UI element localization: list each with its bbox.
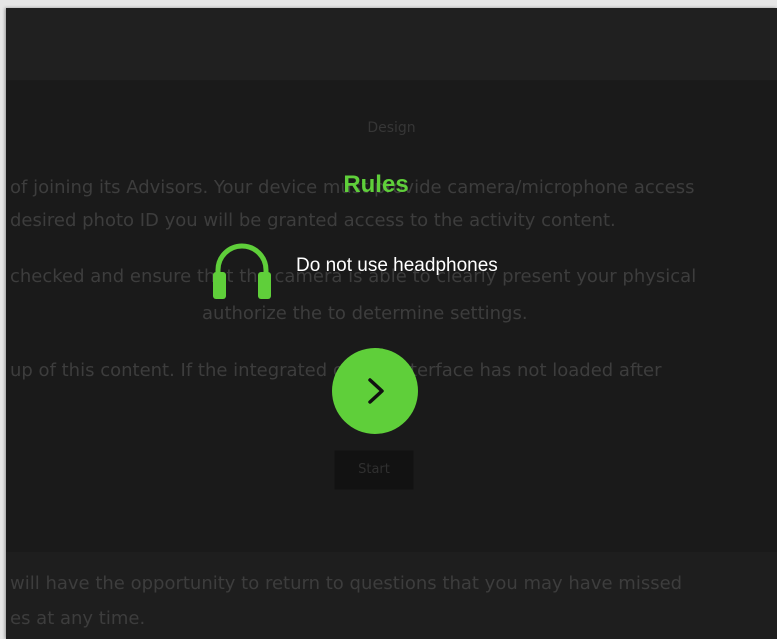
app-window: Design of joining its Advisors. Your dev… [0,0,777,639]
rule-text: Do not use headphones [296,255,498,276]
next-button[interactable] [332,348,418,434]
rule-item: Do not use headphones [210,238,498,302]
exam-screen: Design of joining its Advisors. Your dev… [6,8,777,639]
rules-title: Rules [343,171,409,198]
headphones-icon [213,243,271,299]
rules-modal: Rules Do not use headphones [6,8,777,639]
chevron-right-icon [368,378,384,404]
